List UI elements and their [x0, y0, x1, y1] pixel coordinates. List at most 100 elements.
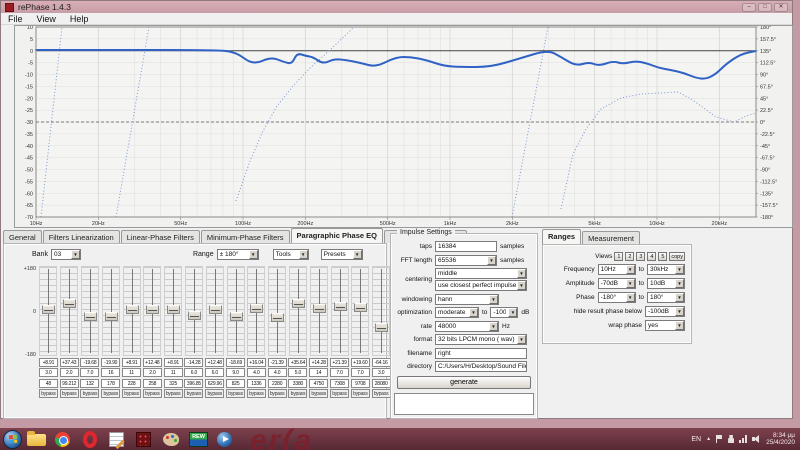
gain-input[interactable]: +35.64 [288, 358, 307, 367]
view-button-1[interactable]: 1 [614, 252, 623, 261]
gain-slider[interactable] [351, 266, 369, 356]
slider-thumb[interactable] [42, 305, 55, 314]
frequency-to-select[interactable]: 30kHz▼ [647, 264, 685, 275]
slider-thumb[interactable] [271, 313, 284, 322]
gain-slider[interactable] [310, 266, 328, 356]
slider-thumb[interactable] [188, 311, 201, 320]
windowing-select[interactable]: hann▼ [435, 294, 499, 305]
frequency-response-graph[interactable]: 1050-5-10-15-20-25-30-35-40-45-50-55-60-… [14, 25, 793, 228]
gain-slider[interactable] [81, 266, 99, 356]
gain-slider[interactable] [331, 266, 349, 356]
optimization-select[interactable]: moderate▼ [435, 307, 479, 318]
freq-input[interactable]: 99.212 [60, 379, 79, 388]
bypass-toggle[interactable]: bypass [39, 389, 58, 398]
bypass-toggle[interactable]: bypass [143, 389, 162, 398]
filename-input[interactable]: right [435, 348, 527, 359]
q-input[interactable]: 11 [122, 368, 141, 377]
q-input[interactable]: 14 [309, 368, 328, 377]
freq-input[interactable]: 7308 [330, 379, 349, 388]
q-input[interactable]: 4.0 [247, 368, 266, 377]
gain-slider[interactable] [60, 266, 78, 356]
slider-thumb[interactable] [250, 304, 263, 313]
bypass-toggle[interactable]: bypass [205, 389, 224, 398]
q-input[interactable]: 3.0 [39, 368, 58, 377]
rate-select[interactable]: 48000▼ [435, 321, 499, 332]
gain-input[interactable]: +12.48 [143, 358, 162, 367]
bypass-toggle[interactable]: bypass [247, 389, 266, 398]
slider-thumb[interactable] [313, 304, 326, 313]
action-center-flag-icon[interactable] [716, 435, 723, 443]
tab-filters-linearization[interactable]: Filters Linearization [43, 230, 120, 243]
gain-input[interactable]: +16.04 [247, 358, 266, 367]
menu-view[interactable]: View [30, 14, 63, 24]
gain-input[interactable]: -21.39 [268, 358, 287, 367]
centering-mode-select[interactable]: use closest perfect impulse▼ [435, 280, 527, 291]
rephase-taskbar-button[interactable] [133, 430, 157, 449]
slider-thumb[interactable] [375, 323, 388, 332]
freq-input[interactable]: 3380 [288, 379, 307, 388]
q-input[interactable]: 16 [101, 368, 120, 377]
freq-input[interactable]: 4750 [309, 379, 328, 388]
view-button-5[interactable]: 5 [658, 252, 667, 261]
freq-input[interactable]: 825 [226, 379, 245, 388]
maximize-button[interactable]: □ [758, 3, 772, 12]
view-button-2[interactable]: 2 [625, 252, 634, 261]
bank-select[interactable]: 03▼ [51, 249, 81, 260]
chrome-taskbar-button[interactable] [52, 430, 76, 449]
minimize-button[interactable]: – [742, 3, 756, 12]
freq-input[interactable]: 178 [101, 379, 120, 388]
format-select[interactable]: 32 bits LPCM mono ( wav)▼ [435, 334, 527, 345]
q-input[interactable]: 11 [164, 368, 183, 377]
volume-icon[interactable] [752, 435, 761, 443]
bypass-toggle[interactable]: bypass [80, 389, 99, 398]
q-input[interactable]: 2.0 [143, 368, 162, 377]
freq-input[interactable]: 9708 [351, 379, 370, 388]
q-input[interactable]: 4.0 [268, 368, 287, 377]
rew-taskbar-button[interactable]: REW [187, 430, 211, 449]
gain-slider[interactable] [164, 266, 182, 356]
tab-linear-phase-filters[interactable]: Linear-Phase Filters [121, 230, 200, 243]
fft-length-select[interactable]: 65536▼ [435, 255, 497, 266]
optimization-db-select[interactable]: -100▼ [490, 307, 518, 318]
menu-file[interactable]: File [1, 14, 30, 24]
tab-minimum-phase-filters[interactable]: Minimum-Phase Filters [201, 230, 290, 243]
hide-result-phase-select[interactable]: -100dB▼ [645, 306, 685, 317]
network-icon[interactable] [739, 435, 747, 443]
slider-thumb[interactable] [146, 305, 159, 314]
gain-slider[interactable] [185, 266, 203, 356]
bypass-toggle[interactable]: bypass [288, 389, 307, 398]
gain-slider[interactable] [123, 266, 141, 356]
gain-input[interactable]: -64.16 [372, 358, 391, 367]
slider-thumb[interactable] [354, 303, 367, 312]
freq-input[interactable]: 28080 [372, 379, 391, 388]
slider-thumb[interactable] [209, 305, 222, 314]
gain-slider[interactable] [372, 266, 390, 356]
q-input[interactable]: 7.0 [330, 368, 349, 377]
explorer-taskbar-button[interactable] [25, 430, 49, 449]
gain-input[interactable]: +21.39 [330, 358, 349, 367]
title-bar[interactable]: rePhase 1.4.3 – □ ✕ [1, 1, 792, 13]
q-input[interactable]: 9.0 [226, 368, 245, 377]
gain-slider[interactable] [102, 266, 120, 356]
slider-thumb[interactable] [167, 305, 180, 314]
gain-input[interactable]: +12.48 [205, 358, 224, 367]
phase-from-select[interactable]: -180°▼ [598, 292, 636, 303]
view-button-3[interactable]: 3 [636, 252, 645, 261]
bypass-toggle[interactable]: bypass [122, 389, 141, 398]
freq-input[interactable]: 1336 [247, 379, 266, 388]
opera-taskbar-button[interactable] [79, 430, 103, 449]
gain-slider[interactable] [143, 266, 161, 356]
view-button-copy[interactable]: copy [669, 252, 685, 261]
amplitude-from-select[interactable]: -70dB▼ [598, 278, 636, 289]
freq-input[interactable]: 629.96 [205, 379, 224, 388]
power-icon[interactable] [728, 435, 734, 443]
gain-input[interactable]: +8.91 [164, 358, 183, 367]
gain-slider[interactable] [206, 266, 224, 356]
q-input[interactable]: 7.0 [351, 368, 370, 377]
gain-input[interactable]: -19.90 [101, 358, 120, 367]
bypass-toggle[interactable]: bypass [164, 389, 183, 398]
freq-input[interactable]: 228 [122, 379, 141, 388]
freq-input[interactable]: 325 [164, 379, 183, 388]
tab-general[interactable]: General [3, 230, 42, 243]
tab-measurement[interactable]: Measurement [582, 231, 640, 244]
